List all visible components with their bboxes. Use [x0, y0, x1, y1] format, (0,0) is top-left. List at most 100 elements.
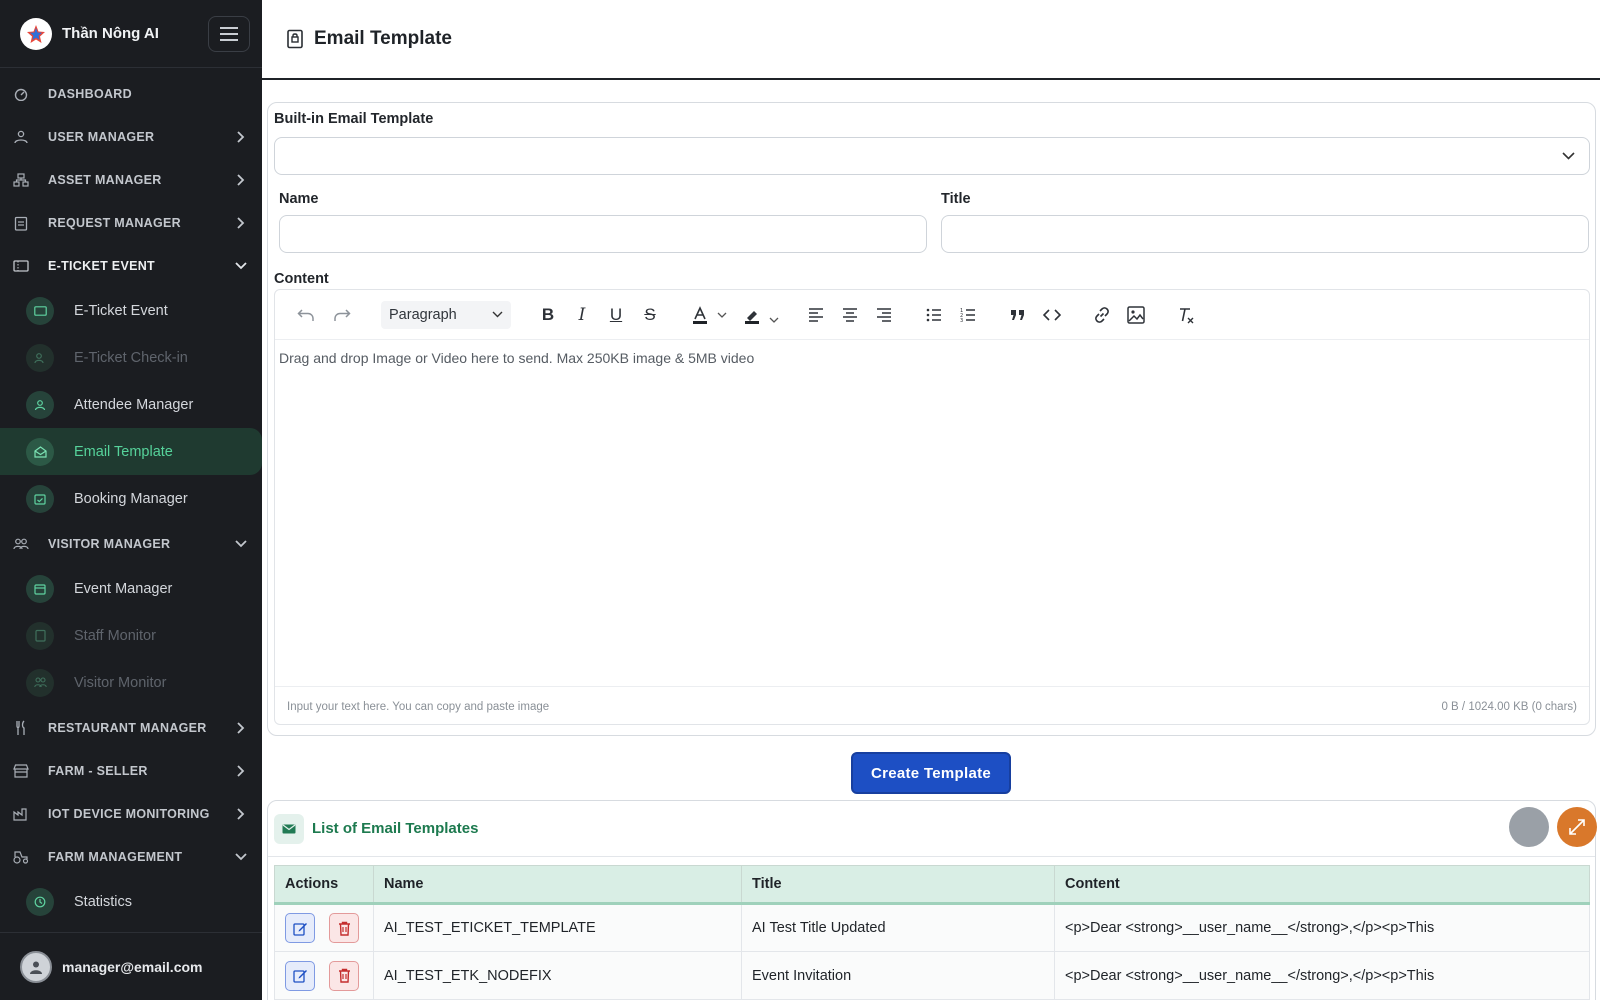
chevron-down-icon: [234, 537, 248, 551]
sidebar-item-asset-manager[interactable]: ASSET MANAGER: [0, 158, 262, 201]
column-header-title[interactable]: Title: [741, 865, 1055, 905]
sidebar-item-restaurant-manager[interactable]: RESTAURANT MANAGER: [0, 706, 262, 749]
text-color-icon[interactable]: [685, 300, 715, 330]
sidebar-item-label: USER MANAGER: [48, 129, 155, 144]
trash-icon[interactable]: [329, 913, 359, 943]
image-icon[interactable]: [1121, 300, 1151, 330]
align-center-icon[interactable]: [835, 300, 865, 330]
row-actions: [274, 951, 374, 1000]
sidebar-item-label: DASHBOARD: [48, 86, 132, 101]
sidebar-item-user-manager[interactable]: USER MANAGER: [0, 115, 262, 158]
chevron-down-icon: [234, 850, 248, 864]
cell-content: <p>Dear <strong>__user_name__</strong>,<…: [1054, 903, 1590, 952]
factory-icon: [12, 805, 30, 823]
rich-text-editor: Paragraph B I U S 123 Drag and drop Imag…: [274, 289, 1590, 725]
name-label: Name: [279, 191, 319, 207]
chevron-right-icon: [234, 807, 248, 821]
cell-name: AI_TEST_ETICKET_TEMPLATE: [373, 903, 742, 952]
chevron-right-icon: [234, 130, 248, 144]
sidebar-sub-eticket-checkin[interactable]: E-Ticket Check-in: [0, 334, 262, 381]
list-title: List of Email Templates: [312, 820, 479, 837]
store-icon: [12, 762, 30, 780]
chevron-down-icon: [234, 259, 248, 273]
align-right-icon[interactable]: [869, 300, 899, 330]
chevron-down-icon[interactable]: [715, 312, 729, 318]
link-icon[interactable]: [1087, 300, 1117, 330]
sidebar-item-label: IOT DEVICE MONITORING: [48, 806, 210, 821]
sidebar-item-label: E-Ticket Check-in: [74, 349, 188, 366]
redo-icon[interactable]: [327, 300, 357, 330]
user-profile[interactable]: manager@email.com: [0, 932, 262, 1000]
highlight-color-icon[interactable]: [737, 300, 767, 330]
sidebar-item-label: REQUEST MANAGER: [48, 215, 181, 230]
table-row[interactable]: AI_TEST_ETICKET_TEMPLATE AI Test Title U…: [274, 903, 1590, 952]
paragraph-style-select[interactable]: Paragraph: [381, 300, 511, 329]
underline-icon[interactable]: U: [601, 300, 631, 330]
templates-table: Actions Name Title Content AI_TEST_ETICK…: [274, 865, 1590, 1000]
menu-toggle-button[interactable]: [208, 15, 250, 52]
undo-icon[interactable]: [291, 300, 321, 330]
calendar-icon: [26, 574, 54, 603]
sidebar-item-label: ASSET MANAGER: [48, 172, 162, 187]
sidebar-item-dashboard[interactable]: DASHBOARD: [0, 72, 262, 115]
sidebar-sub-eticket-event[interactable]: E-Ticket Event: [0, 287, 262, 334]
sidebar-item-request-manager[interactable]: REQUEST MANAGER: [0, 201, 262, 244]
clipboard-icon: [12, 214, 30, 232]
sidebar-item-label: Statistics: [74, 893, 133, 910]
template-form: Built-in Email Template Name Title Conte…: [267, 102, 1596, 736]
hamburger-icon: [220, 26, 238, 41]
sidebar-sub-booking-manager[interactable]: Booking Manager: [0, 475, 262, 522]
edit-icon[interactable]: [285, 960, 315, 991]
blockquote-icon[interactable]: [1003, 300, 1033, 330]
sidebar-sub-visitor-monitor[interactable]: Visitor Monitor: [0, 659, 262, 706]
users-icon: [12, 128, 30, 146]
sidebar-item-label: FARM MANAGEMENT: [48, 849, 183, 864]
expand-icon[interactable]: [1557, 807, 1597, 847]
sidebar-item-farm-management[interactable]: FARM MANAGEMENT: [0, 835, 262, 878]
trash-icon[interactable]: [329, 960, 359, 991]
editor-footer: Input your text here. You can copy and p…: [275, 686, 1589, 724]
strikethrough-icon[interactable]: S: [635, 300, 665, 330]
create-template-button[interactable]: Create Template: [851, 752, 1011, 794]
italic-icon[interactable]: I: [567, 300, 597, 330]
editor-content-area[interactable]: Drag and drop Image or Video here to sen…: [275, 340, 1589, 686]
sidebar-item-eticket-event[interactable]: E-TICKET EVENT: [0, 244, 262, 287]
page-header: Email Template: [262, 0, 1600, 80]
sidebar-item-iot-device-monitoring[interactable]: IOT DEVICE MONITORING: [0, 792, 262, 835]
ticket-icon: [12, 257, 30, 275]
builtin-template-select[interactable]: [274, 137, 1590, 175]
sidebar-sub-attendee-manager[interactable]: Attendee Manager: [0, 381, 262, 428]
sidebar-sub-event-manager[interactable]: Event Manager: [0, 565, 262, 612]
sidebar-item-farm-seller[interactable]: FARM - SELLER: [0, 749, 262, 792]
avatar: [20, 950, 52, 983]
edit-icon[interactable]: [285, 913, 315, 943]
bullet-list-icon[interactable]: [919, 300, 949, 330]
numbered-list-icon[interactable]: 123: [953, 300, 983, 330]
column-header-actions: Actions: [274, 865, 374, 905]
chevron-right-icon: [234, 764, 248, 778]
sidebar-item-visitor-manager[interactable]: VISITOR MANAGER: [0, 522, 262, 565]
svg-text:3: 3: [960, 318, 963, 323]
column-header-content[interactable]: Content: [1054, 865, 1590, 905]
brand-bar: Thần Nông AI: [0, 0, 262, 68]
name-input[interactable]: [279, 215, 927, 253]
title-input[interactable]: [941, 215, 1589, 253]
sidebar-item-label: FARM - SELLER: [48, 763, 148, 778]
sidebar-sub-statistics[interactable]: Statistics: [0, 878, 262, 925]
table-row[interactable]: AI_TEST_ETK_NODEFIX Event Invitation <p>…: [274, 951, 1590, 1000]
list-header: List of Email Templates: [268, 801, 1595, 857]
sidebar: Thần Nông AI DASHBOARD USER MANAGER ASSE…: [0, 0, 262, 1000]
table-header-row: Actions Name Title Content: [274, 865, 1590, 905]
chevron-down-icon[interactable]: [767, 317, 781, 323]
page-title: Email Template: [314, 28, 452, 49]
sidebar-sub-email-template[interactable]: Email Template: [0, 428, 262, 475]
sidebar-sub-staff-monitor[interactable]: Staff Monitor: [0, 612, 262, 659]
code-icon[interactable]: [1037, 300, 1067, 330]
bold-icon[interactable]: B: [533, 300, 563, 330]
settings-bubble-button[interactable]: [1509, 807, 1549, 847]
clear-format-icon[interactable]: [1171, 300, 1201, 330]
align-left-icon[interactable]: [801, 300, 831, 330]
user-check-icon: [26, 343, 54, 372]
content-label: Content: [274, 271, 329, 287]
column-header-name[interactable]: Name: [373, 865, 742, 905]
